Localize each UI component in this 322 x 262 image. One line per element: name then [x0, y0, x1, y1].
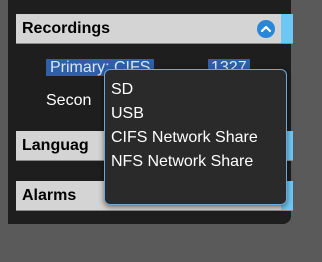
dropdown-option-cifs[interactable]: CIFS Network Share [105, 126, 286, 150]
collapse-button[interactable] [257, 20, 275, 38]
storage-dropdown: SD USB CIFS Network Share NFS Network Sh… [104, 69, 287, 205]
recordings-title: Recordings [22, 20, 111, 37]
secondary-storage-label: Secon [46, 92, 92, 109]
dropdown-option-sd[interactable]: SD [105, 78, 286, 102]
chevron-up-icon [260, 25, 272, 33]
dropdown-option-nfs[interactable]: NFS Network Share [105, 150, 286, 174]
secondary-storage-row[interactable]: Secon [46, 92, 91, 110]
recordings-header[interactable]: Recordings [16, 14, 293, 44]
alarms-title: Alarms [22, 187, 77, 204]
dropdown-option-usb[interactable]: USB [105, 102, 286, 126]
language-title: Languag [22, 137, 89, 154]
scroll-indicator [281, 14, 293, 43]
